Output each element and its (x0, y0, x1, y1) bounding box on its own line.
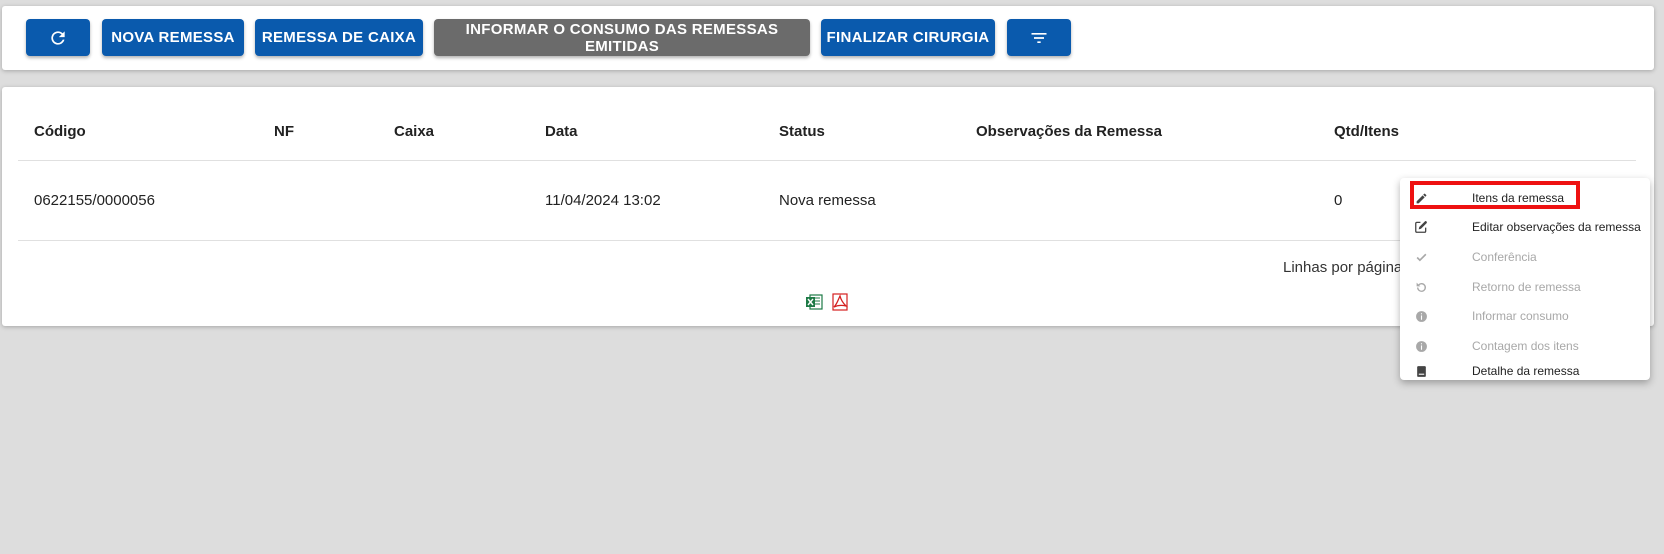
book-icon (1414, 364, 1428, 378)
menu-item-retorno-de-remessa[interactable]: Retorno de remessa (1400, 273, 1650, 301)
info-icon (1414, 339, 1428, 353)
column-header-nf[interactable]: NF (274, 123, 294, 140)
filter-button[interactable] (1007, 19, 1071, 56)
pdf-icon[interactable] (831, 293, 849, 311)
menu-item-editar-observacoes[interactable]: Editar observações da remessa (1400, 213, 1650, 241)
column-header-observacoes[interactable]: Observações da Remessa (976, 123, 1162, 140)
undo-icon (1414, 280, 1428, 294)
column-header-data[interactable]: Data (545, 123, 578, 140)
lines-per-page-label: Linhas por página: (1283, 259, 1407, 276)
menu-item-label: Conferência (1472, 250, 1537, 264)
menu-item-label: Informar consumo (1472, 309, 1569, 323)
check-icon (1414, 250, 1428, 264)
column-header-caixa[interactable]: Caixa (394, 123, 434, 140)
header-divider (18, 160, 1636, 161)
info-icon (1414, 309, 1428, 323)
column-header-status[interactable]: Status (779, 123, 825, 140)
toolbar: NOVA REMESSA REMESSA DE CAIXA INFORMAR O… (2, 6, 1654, 70)
refresh-icon (48, 28, 68, 48)
finalizar-cirurgia-button[interactable]: FINALIZAR CIRURGIA (821, 19, 995, 56)
menu-item-label: Detalhe da remessa (1472, 364, 1580, 378)
informar-consumo-button[interactable]: INFORMAR O CONSUMO DAS REMESSAS EMITIDAS (434, 19, 810, 56)
nova-remessa-button[interactable]: NOVA REMESSA (102, 19, 244, 56)
cell-status: Nova remessa (779, 192, 876, 209)
highlight-box (1410, 181, 1580, 209)
filter-icon (1029, 28, 1049, 48)
row-divider (18, 240, 1636, 241)
remessa-de-caixa-button[interactable]: REMESSA DE CAIXA (255, 19, 423, 56)
menu-item-label: Retorno de remessa (1472, 280, 1581, 294)
cell-data: 11/04/2024 13:02 (545, 192, 661, 209)
edit-icon (1414, 220, 1428, 234)
menu-item-conferencia[interactable]: Conferência (1400, 243, 1650, 271)
menu-item-detalhe-da-remessa[interactable]: Detalhe da remessa (1400, 362, 1650, 380)
column-header-qtd-itens[interactable]: Qtd/Itens (1334, 123, 1399, 140)
menu-item-label: Contagem dos itens (1472, 339, 1579, 353)
menu-item-contagem-dos-itens[interactable]: Contagem dos itens (1400, 332, 1650, 360)
column-header-codigo[interactable]: Código (34, 123, 86, 140)
menu-item-informar-consumo[interactable]: Informar consumo (1400, 302, 1650, 330)
menu-item-label: Editar observações da remessa (1472, 220, 1641, 234)
cell-codigo: 0622155/0000056 (34, 192, 155, 209)
refresh-button[interactable] (26, 19, 90, 56)
cell-qtd-itens: 0 (1334, 192, 1343, 209)
excel-icon[interactable] (805, 293, 823, 311)
